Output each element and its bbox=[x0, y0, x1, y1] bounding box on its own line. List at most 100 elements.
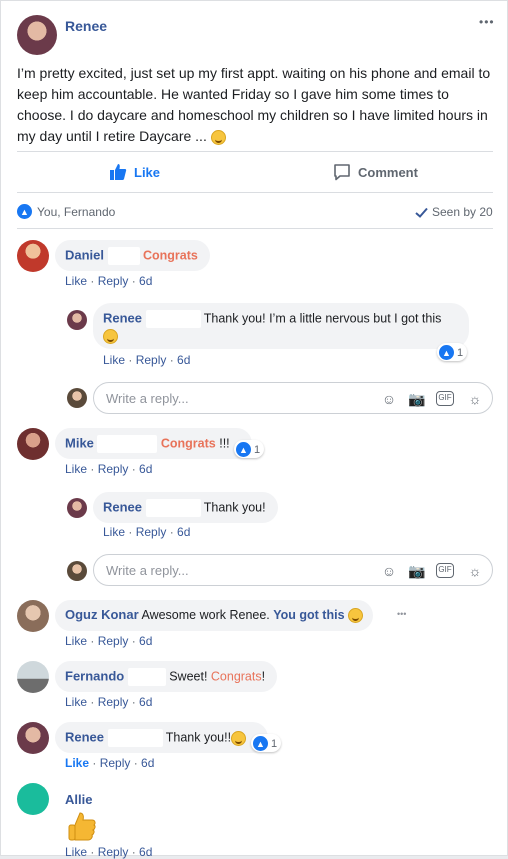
divider bbox=[17, 151, 493, 152]
name-redaction bbox=[145, 310, 201, 328]
replier-avatar[interactable] bbox=[67, 498, 87, 518]
grin-emoji-icon bbox=[210, 129, 226, 145]
comment-reply-link[interactable]: Reply bbox=[100, 756, 131, 770]
comment-button[interactable]: Comment bbox=[333, 161, 418, 183]
comment-text: !!! bbox=[215, 436, 230, 451]
camera-icon[interactable]: 📷 bbox=[408, 390, 426, 408]
thumbs-up-sticker-icon bbox=[65, 809, 99, 843]
more-options-icon[interactable]: ••• bbox=[479, 15, 495, 29]
smiley-icon[interactable]: ☺ bbox=[380, 562, 398, 580]
gif-icon[interactable]: GIF bbox=[436, 563, 454, 578]
reply-placeholder: Write a reply... bbox=[106, 563, 189, 578]
comment-meta: Like · Reply · 6d bbox=[103, 525, 191, 539]
post-card: Renee ••• I’m pretty excited, just set u… bbox=[0, 0, 508, 859]
reply-input[interactable]: Write a reply... ☺ 📷 GIF ☼ bbox=[93, 382, 493, 414]
comment-reply-link[interactable]: Reply bbox=[98, 274, 129, 288]
commenter-name[interactable]: Oguz Konar bbox=[65, 607, 139, 622]
divider bbox=[17, 192, 493, 193]
comment-reply-link[interactable]: Reply bbox=[98, 462, 129, 476]
like-reaction-icon: ▲ bbox=[17, 204, 32, 219]
comment-like-link[interactable]: Like bbox=[65, 634, 87, 648]
comment-text-highlight: You got this bbox=[273, 608, 345, 622]
post-author-avatar[interactable] bbox=[17, 15, 57, 55]
post-author-name[interactable]: Renee bbox=[65, 18, 107, 34]
comment-reply-link[interactable]: Reply bbox=[98, 634, 129, 648]
like-reaction-icon: ▲ bbox=[253, 736, 268, 751]
commenter-avatar[interactable] bbox=[17, 783, 49, 815]
comment-time[interactable]: 6d bbox=[139, 695, 152, 709]
commenter-name[interactable]: Mike bbox=[65, 435, 94, 450]
commenter-avatar[interactable] bbox=[17, 240, 49, 272]
commenter-avatar[interactable] bbox=[17, 661, 49, 693]
like-reaction-icon: ▲ bbox=[236, 442, 251, 457]
comment-like-link[interactable]: Like bbox=[65, 756, 89, 770]
comment-time[interactable]: 6d bbox=[139, 634, 152, 648]
comment-text-end: ! bbox=[261, 669, 266, 684]
commenter-name[interactable]: Allie bbox=[65, 792, 92, 807]
commenter-name[interactable]: Daniel bbox=[65, 247, 104, 262]
comment-reply-link[interactable]: Reply bbox=[136, 525, 167, 539]
commenter-avatar[interactable] bbox=[17, 722, 49, 754]
sticker-icon[interactable]: ☼ bbox=[466, 562, 484, 580]
commenter-name[interactable]: Fernando bbox=[65, 668, 124, 683]
comment-like-link[interactable]: Like bbox=[65, 274, 87, 288]
replier-name[interactable]: Renee bbox=[103, 499, 142, 514]
reply-bubble: Renee Thank you! I’m a little nervous bu… bbox=[93, 303, 469, 349]
comment-meta: Like · Reply · 6d bbox=[103, 353, 191, 367]
comment-time[interactable]: 6d bbox=[139, 462, 152, 476]
comment-time[interactable]: 6d bbox=[177, 353, 190, 367]
comment-reply-link[interactable]: Reply bbox=[98, 695, 129, 709]
my-avatar bbox=[67, 388, 87, 408]
comment-like-link[interactable]: Like bbox=[103, 525, 125, 539]
like-reaction-icon: ▲ bbox=[439, 345, 454, 360]
reaction-count[interactable]: ▲ 1 bbox=[251, 734, 282, 752]
post-text: I’m pretty excited, just set up my first… bbox=[17, 63, 495, 147]
comment-text-highlight: Congrats bbox=[210, 669, 262, 684]
reaction-count[interactable]: ▲ 1 bbox=[234, 440, 265, 458]
seen-by-label: Seen by 20 bbox=[432, 205, 493, 219]
comment-time[interactable]: 6d bbox=[139, 274, 152, 288]
comment-like-link[interactable]: Like bbox=[65, 462, 87, 476]
grin-emoji-icon bbox=[348, 608, 364, 624]
comment-reply-link[interactable]: Reply bbox=[98, 845, 129, 859]
comment-time[interactable]: 6d bbox=[139, 845, 152, 859]
comment-bubble: Daniel Congrats bbox=[55, 240, 210, 271]
comment-meta: Like · Reply · 6d bbox=[65, 756, 155, 770]
comment-meta: Like · Reply · 6d bbox=[65, 462, 153, 476]
comment-bubble: Oguz Konar Awesome work Renee. You got t… bbox=[55, 600, 374, 631]
smiley-icon[interactable]: ☺ bbox=[380, 390, 398, 408]
reaction-count-value: 1 bbox=[271, 737, 278, 750]
gif-icon[interactable]: GIF bbox=[436, 391, 454, 406]
comment-time[interactable]: 6d bbox=[141, 756, 154, 770]
comment-bubble: Renee Thank you!! bbox=[55, 722, 269, 753]
commenter-avatar[interactable] bbox=[17, 428, 49, 460]
sticker-icon[interactable]: ☼ bbox=[466, 390, 484, 408]
comment-time[interactable]: 6d bbox=[177, 525, 190, 539]
commenter-name[interactable]: Renee bbox=[65, 729, 104, 744]
comment-text: Thank you!! bbox=[165, 730, 232, 745]
comment-meta: Like · Reply · 6d bbox=[65, 634, 153, 648]
seen-by[interactable]: Seen by 20 bbox=[415, 205, 493, 219]
comment-text-highlight: Congrats bbox=[160, 436, 216, 451]
reply-text: Thank you! I’m a little nervous but I go… bbox=[203, 311, 442, 326]
reply-input[interactable]: Write a reply... ☺ 📷 GIF ☼ bbox=[93, 554, 493, 586]
reactions-summary[interactable]: ▲ You, Fernando bbox=[17, 204, 115, 219]
name-redaction bbox=[97, 435, 158, 453]
replier-name[interactable]: Renee bbox=[103, 310, 142, 325]
replier-avatar[interactable] bbox=[67, 310, 87, 330]
comment-like-link[interactable]: Like bbox=[103, 353, 125, 367]
grin-emoji-icon bbox=[231, 730, 247, 746]
comment-reply-link[interactable]: Reply bbox=[136, 353, 167, 367]
comment-label: Comment bbox=[358, 164, 418, 180]
comment-like-link[interactable]: Like bbox=[65, 695, 87, 709]
comment-more-icon[interactable]: ••• bbox=[397, 609, 406, 619]
comment-like-link[interactable]: Like bbox=[65, 845, 87, 859]
comment-bubble: Mike Congrats !!! bbox=[55, 428, 252, 459]
reaction-count[interactable]: ▲ 1 bbox=[437, 343, 468, 361]
divider bbox=[17, 228, 493, 229]
name-redaction bbox=[107, 729, 163, 747]
comment-meta: Like · Reply · 6d bbox=[65, 695, 153, 709]
camera-icon[interactable]: 📷 bbox=[408, 562, 426, 580]
like-button[interactable]: Like bbox=[109, 161, 160, 183]
commenter-avatar[interactable] bbox=[17, 600, 49, 632]
